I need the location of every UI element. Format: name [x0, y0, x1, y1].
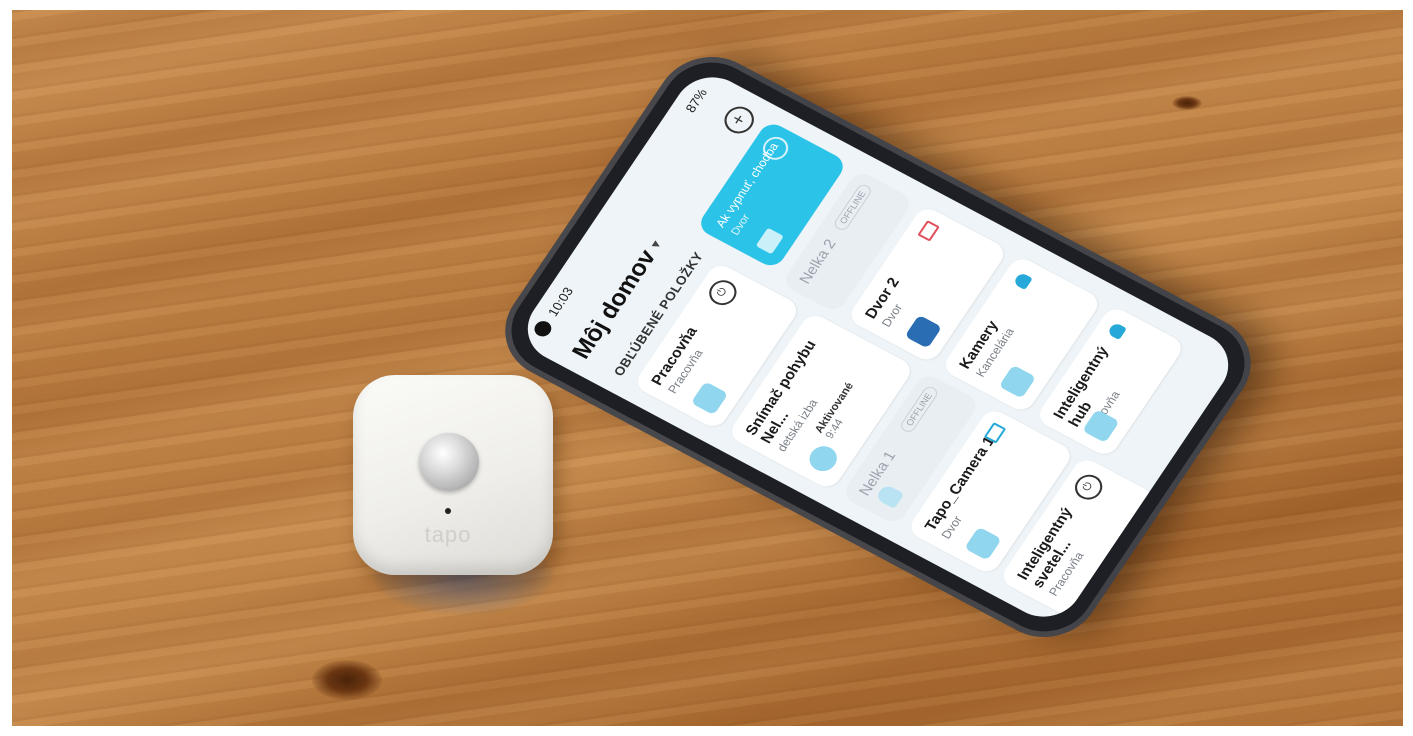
pir-lens: [419, 433, 479, 491]
status-led: [445, 508, 451, 514]
sensor-body: tapo: [353, 375, 553, 575]
camera-icon: [964, 526, 1002, 561]
chevron-down-icon[interactable]: ▾: [646, 237, 665, 251]
motion-sensor-icon: [804, 441, 843, 476]
wood-knot: [312, 660, 382, 700]
status-battery: 87%: [682, 86, 711, 115]
brand-logo: tapo: [424, 522, 472, 547]
status-time: 10:03: [544, 284, 577, 319]
front-camera: [531, 318, 555, 340]
add-icon[interactable]: +: [718, 101, 760, 139]
plug-icon: [755, 227, 784, 255]
plug-icon: [690, 381, 729, 416]
photo-scene: 10:03 87% Môj domov ▾ + OBĽÚBENÉ POLOŽKY…: [0, 0, 1413, 736]
bulb-icon: [874, 483, 905, 509]
wood-knot: [1172, 96, 1202, 110]
tapo-motion-sensor: tapo: [353, 375, 553, 615]
camera-group-icon: [998, 364, 1037, 399]
camera-icon: [904, 314, 943, 349]
